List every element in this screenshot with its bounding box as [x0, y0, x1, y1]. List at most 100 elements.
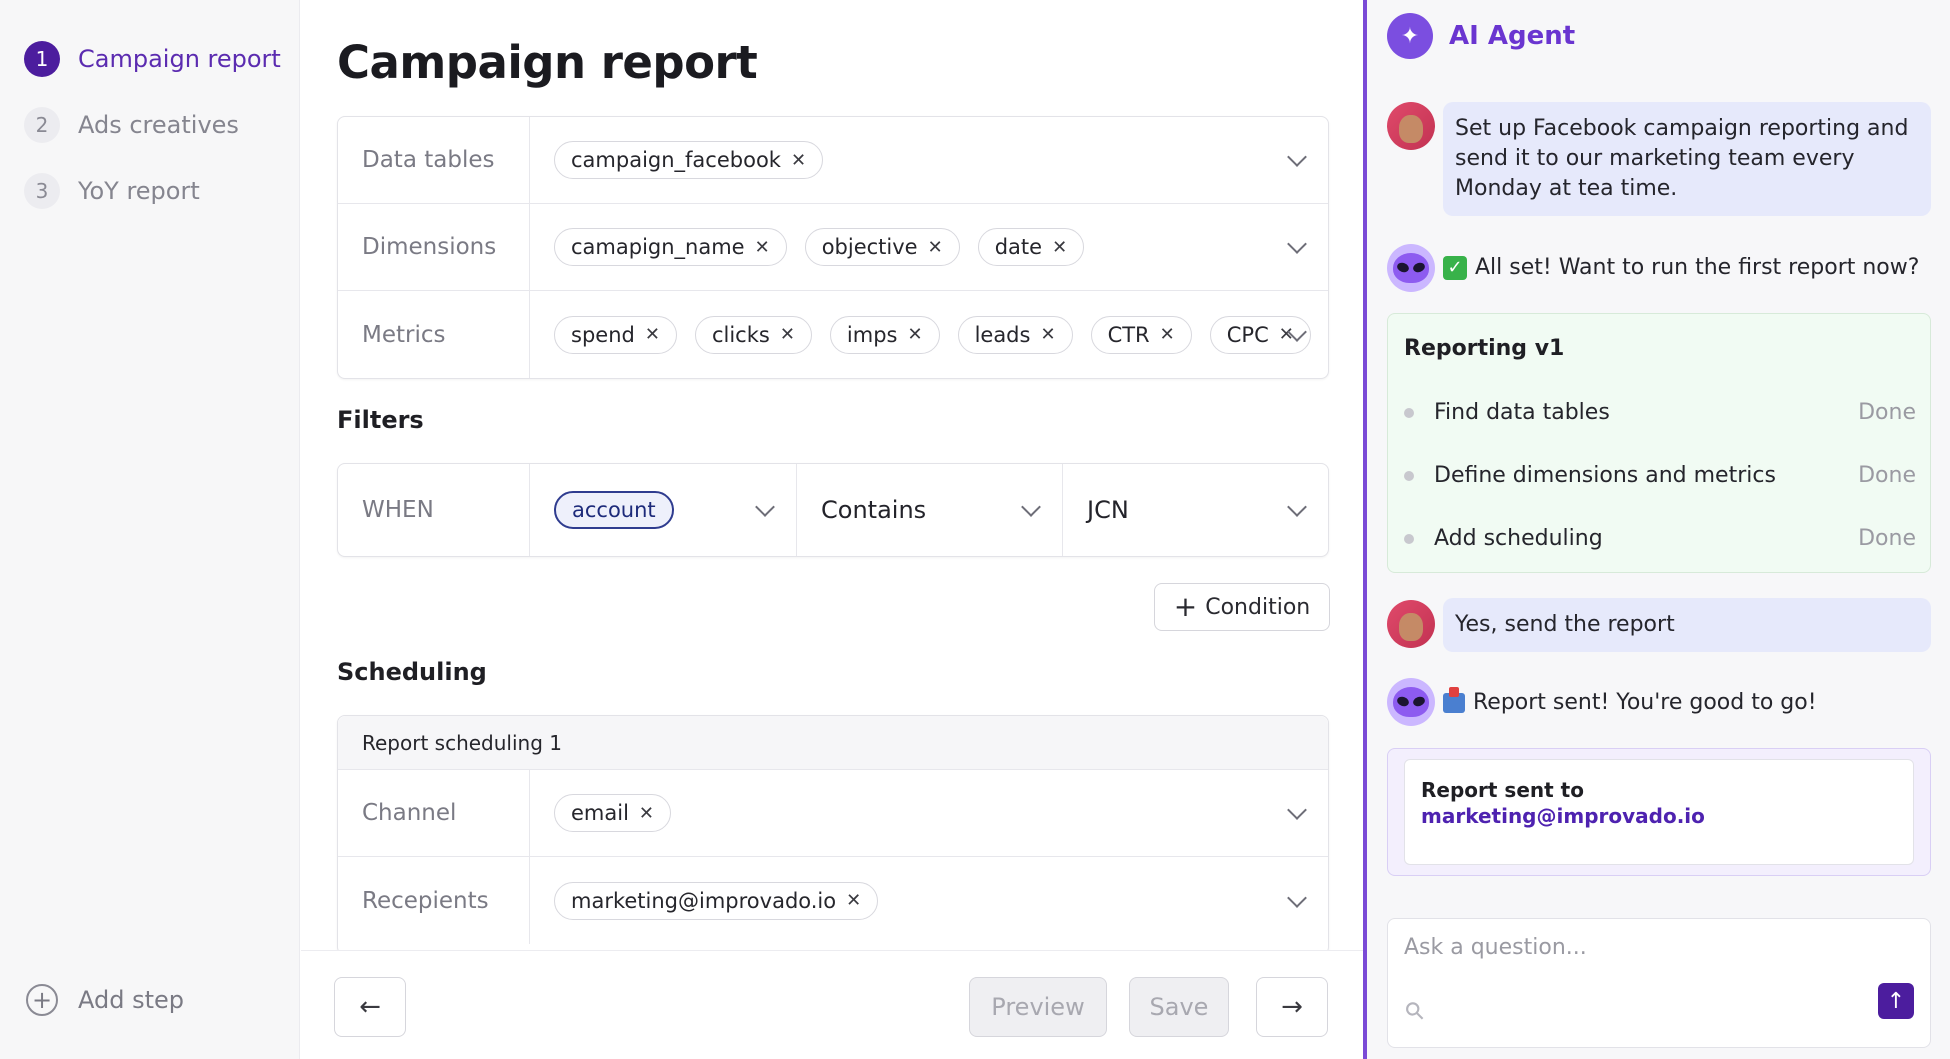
back-button[interactable]: ←	[334, 977, 406, 1037]
chip[interactable]: camapign_name ✕	[554, 228, 787, 266]
chip[interactable]: date ✕	[977, 228, 1085, 266]
bot-avatar	[1387, 244, 1435, 292]
ask-box: ⚲ ↑	[1387, 918, 1931, 1048]
agent-title: AI Agent	[1449, 21, 1576, 51]
data-tables-select[interactable]: campaign_facebook ✕	[530, 117, 1328, 203]
filters-card: WHEN account Contains JCN	[337, 463, 1329, 557]
bot-avatar	[1387, 678, 1435, 726]
step-ads-creatives[interactable]: 2 Ads creatives	[24, 107, 239, 143]
dimensions-row: Dimensions camapign_name ✕ objective ✕ dat…	[338, 204, 1328, 291]
step-label: Campaign report	[78, 45, 281, 73]
step-number: 2	[24, 107, 60, 143]
remove-chip-icon[interactable]: ✕	[928, 237, 943, 258]
filter-field-select[interactable]: account	[530, 464, 797, 556]
chip[interactable]: CTR ✕	[1090, 315, 1192, 354]
data-tables-label: Data tables	[338, 117, 530, 203]
plus-circle-icon: +	[26, 984, 58, 1016]
next-button[interactable]: →	[1256, 977, 1328, 1037]
remove-chip-icon[interactable]: ✕	[1052, 237, 1067, 258]
chip[interactable]: imps ✕	[829, 315, 940, 354]
dimensions-select[interactable]: camapign_name ✕ objective ✕ date ✕	[530, 204, 1328, 290]
chevron-down-icon[interactable]	[1287, 497, 1307, 517]
when-label-cell: WHEN	[338, 464, 530, 556]
report-sent-card: Report sent to marketing@improvado.io	[1387, 748, 1931, 876]
chip[interactable]: objective ✕	[804, 228, 960, 266]
step-label: YoY report	[78, 177, 200, 205]
plan-status: Done	[1858, 400, 1916, 425]
ai-agent-panel: ✦ AI Agent Set up Facebook campaign repo…	[1363, 0, 1950, 1059]
chevron-down-icon[interactable]	[755, 497, 775, 517]
field-chip[interactable]: account	[554, 491, 674, 529]
remove-chip-icon[interactable]: ✕	[639, 803, 654, 824]
chevron-down-icon[interactable]	[1287, 147, 1307, 167]
bot-message: Report sent! You're good to go!	[1443, 686, 1817, 715]
filters-title: Filters	[337, 406, 424, 434]
paperclip-icon[interactable]: ⚲	[1399, 995, 1431, 1027]
arrow-left-icon: ←	[359, 992, 381, 1022]
check-icon: ✓	[1443, 255, 1467, 280]
filter-operator-select[interactable]: Contains	[797, 464, 1063, 556]
remove-chip-icon[interactable]: ✕	[1160, 324, 1175, 345]
bot-message: ✓ All set! Want to run the first report …	[1443, 255, 1919, 280]
sparkle-icon: ✦	[1387, 13, 1433, 59]
remove-chip-icon[interactable]: ✕	[846, 890, 861, 911]
remove-chip-icon[interactable]: ✕	[755, 237, 770, 258]
remove-chip-icon[interactable]: ✕	[645, 324, 660, 345]
plan-status: Done	[1858, 463, 1916, 488]
bullet-icon	[1404, 470, 1414, 481]
channel-row: Channel email ✕	[338, 770, 1328, 857]
step-yoy-report[interactable]: 3 YoY report	[24, 173, 200, 209]
chip[interactable]: clicks ✕	[694, 315, 812, 354]
arrow-up-icon: ↑	[1886, 988, 1906, 1014]
plan-title: Reporting v1	[1404, 336, 1565, 361]
user-message: Set up Facebook campaign reporting and s…	[1443, 102, 1931, 216]
filter-value-select[interactable]: JCN	[1063, 464, 1328, 556]
metrics-row: Metrics spend ✕ clicks ✕ imps ✕ leads ✕ CTR ✕…	[338, 291, 1328, 378]
metrics-select[interactable]: spend ✕ clicks ✕ imps ✕ leads ✕ CTR ✕ CPC ✕	[530, 291, 1328, 378]
step-number: 1	[24, 41, 60, 77]
step-campaign-report[interactable]: 1 Campaign report	[24, 41, 281, 77]
send-button[interactable]: ↑	[1878, 983, 1914, 1019]
plan-item: Define dimensions and metrics Done	[1404, 463, 1916, 488]
add-step-button[interactable]: + Add step	[26, 984, 184, 1016]
plan-item: Add scheduling Done	[1404, 526, 1916, 551]
chevron-down-icon[interactable]	[1287, 800, 1307, 820]
report-editor: Campaign report Data tables campaign_fac…	[301, 0, 1363, 1059]
user-avatar	[1387, 600, 1435, 648]
user-message: Yes, send the report	[1443, 598, 1931, 652]
filter-value: JCN	[1087, 496, 1129, 524]
save-button[interactable]: Save	[1129, 977, 1229, 1037]
step-number: 3	[24, 173, 60, 209]
scheduling-title: Scheduling	[337, 658, 487, 686]
report-sent-inner: Report sent to marketing@improvado.io	[1404, 759, 1914, 865]
preview-button[interactable]: Preview	[969, 977, 1107, 1037]
chevron-down-icon[interactable]	[1021, 497, 1041, 517]
sent-email-link[interactable]: marketing@improvado.io	[1421, 804, 1897, 828]
chevron-down-icon[interactable]	[1287, 887, 1307, 908]
chip[interactable]: leads ✕	[957, 315, 1073, 354]
chip[interactable]: campaign_facebook ✕	[554, 141, 824, 179]
chip[interactable]: spend ✕	[554, 315, 677, 354]
arrow-right-icon: →	[1281, 992, 1303, 1022]
steps-sidebar: 1 Campaign report 2 Ads creatives 3 YoY …	[0, 0, 300, 1059]
remove-chip-icon[interactable]: ✕	[780, 324, 795, 345]
bullet-icon	[1404, 407, 1414, 418]
add-condition-button[interactable]: + Condition	[1154, 583, 1330, 631]
chip[interactable]: email ✕	[554, 794, 672, 832]
bullet-icon	[1404, 533, 1414, 544]
schedule-header: Report scheduling 1	[338, 716, 1328, 770]
user-avatar	[1387, 102, 1435, 150]
channel-select[interactable]: email ✕	[530, 770, 1328, 856]
when-label: WHEN	[362, 497, 434, 523]
sent-label: Report sent to	[1421, 778, 1584, 802]
filter-condition-row: WHEN account Contains JCN	[338, 464, 1328, 556]
remove-chip-icon[interactable]: ✕	[1040, 324, 1055, 345]
remove-chip-icon[interactable]: ✕	[907, 324, 922, 345]
remove-chip-icon[interactable]: ✕	[791, 150, 806, 171]
add-step-label: Add step	[78, 986, 185, 1014]
ask-input[interactable]	[1404, 935, 1904, 960]
plan-item: Find data tables Done	[1404, 400, 1916, 425]
chevron-down-icon[interactable]	[1287, 234, 1307, 254]
recipients-select[interactable]: marketing@improvado.io ✕	[530, 857, 1328, 944]
chip[interactable]: marketing@improvado.io ✕	[554, 881, 879, 920]
